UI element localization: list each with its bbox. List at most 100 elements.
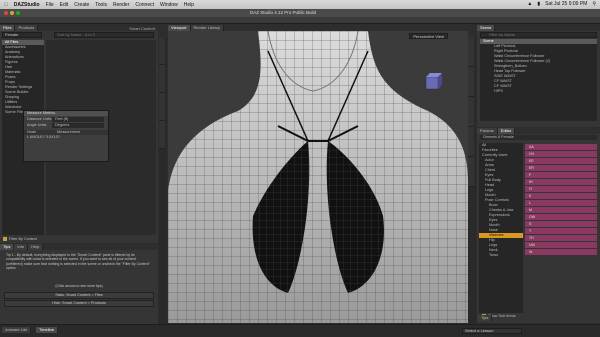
tab-scene[interactable]: Scene	[477, 25, 496, 31]
slider-label: L	[529, 200, 531, 205]
angle-units-select[interactable]: Degrees	[52, 123, 104, 128]
viseme-slider[interactable]: AA	[525, 144, 597, 150]
right-vertical-tabs	[468, 37, 476, 327]
distance-units-label: Distance Units	[27, 117, 52, 121]
tab-editor[interactable]: Editor	[497, 128, 516, 134]
search-icon[interactable]: ⚲	[592, 1, 596, 7]
clock[interactable]: Sat Jul 25 9:09 PM	[545, 1, 587, 7]
slider-label: EE	[529, 158, 534, 163]
slider-label: OW	[529, 214, 536, 219]
viseme-slider[interactable]: IH	[525, 179, 597, 185]
viseme-slider[interactable]: EE	[525, 158, 597, 164]
slider-label: K	[529, 193, 532, 198]
vtab-2[interactable]	[159, 65, 165, 93]
lesson-select[interactable]: Select a Lesson	[462, 328, 522, 334]
tab-tips-right[interactable]: Tips	[478, 315, 493, 321]
viseme-slider[interactable]: ER	[525, 165, 597, 171]
zoom-button[interactable]	[16, 10, 20, 15]
viseme-slider[interactable]: IY	[525, 186, 597, 192]
checkbox-icon	[3, 237, 7, 241]
sort-field[interactable]: Sort by Name - A to Z	[54, 32, 154, 38]
left-vertical-tabs	[159, 37, 167, 337]
viseme-slider[interactable]: L	[525, 200, 597, 206]
bottom-bar: Animate Lite Timeline Tips Select a Less…	[0, 315, 600, 337]
tab-help[interactable]: Help	[28, 244, 44, 250]
measure-row[interactable]: L ANGLE? 3.0X10?	[24, 135, 108, 140]
scene-panel: Scene Filter by Name Scene Left Pectoral R…	[477, 25, 600, 127]
window-title: DAZ Studio 4.12 Pro Public Build	[250, 10, 317, 15]
menu-help[interactable]: Help	[184, 2, 194, 8]
vtab-r2[interactable]	[468, 67, 474, 97]
tips-panel: Tips Info Help Tip 1 - By default, everyth…	[0, 244, 158, 324]
menu-create[interactable]: Create	[74, 2, 89, 8]
viseme-slider[interactable]: S	[525, 221, 597, 227]
menu-edit[interactable]: Edit	[60, 2, 69, 8]
viseme-slider[interactable]: OW	[525, 214, 597, 220]
perspective-view-select[interactable]: Perspective View	[409, 33, 448, 39]
menu-window[interactable]: Window	[160, 2, 178, 8]
angle-units-label: Angle Units	[27, 123, 47, 127]
slider-label: UW	[529, 242, 535, 247]
filter-by-context-checkbox[interactable]: Filter By Context	[0, 237, 60, 242]
tab-tips[interactable]: Tips	[0, 244, 15, 250]
viewport[interactable]: Perspective View	[168, 31, 468, 323]
scene-filter-input[interactable]: Filter by Name	[480, 32, 597, 38]
apple-icon[interactable]: 	[4, 2, 8, 8]
slider-label: S	[529, 221, 532, 226]
measure-dialog-title: Measure Metrics	[24, 111, 108, 116]
smart-content-products-button[interactable]: Hide: Smart Content > Products	[4, 300, 154, 307]
col-measurement: Measurement	[57, 130, 81, 134]
slider-label: TH	[529, 235, 534, 240]
window-titlebar: DAZ Studio 4.12 Pro Public Build	[0, 9, 600, 17]
slider-label: ER	[529, 165, 534, 170]
distance-units-select[interactable]: Feet (ft)	[52, 117, 104, 122]
tab-animate-lite[interactable]: Animate Lite	[2, 327, 32, 333]
vtab-4[interactable]	[159, 121, 165, 149]
scene-item[interactable]: HIPS	[480, 89, 597, 94]
slider-list: AA CH EE ER F IH IY K L M OW S T TH UW W	[525, 143, 597, 313]
minimize-button[interactable]	[10, 10, 14, 15]
measure-dialog: Measure Metrics Distance Units Feet (ft)…	[23, 110, 109, 162]
tip-text: Tip 1 - By default, everything displayed…	[6, 253, 150, 271]
app-menu[interactable]: DAZStudio	[14, 2, 40, 8]
viseme-slider[interactable]: M	[525, 207, 597, 213]
close-button[interactable]	[4, 10, 8, 15]
viseme-slider[interactable]: CH	[525, 151, 597, 157]
viseme-slider[interactable]: W	[525, 249, 597, 255]
vtab-1[interactable]	[159, 37, 165, 65]
vtab-r4[interactable]	[468, 127, 474, 157]
menu-render[interactable]: Render	[113, 2, 129, 8]
status-area: ▲ ▮ Sat Jul 25 9:09 PM ⚲	[527, 1, 596, 7]
tab-info[interactable]: Info	[14, 244, 29, 250]
viseme-slider[interactable]: K	[525, 193, 597, 199]
tab-timeline[interactable]: Timeline	[36, 327, 58, 333]
tab-files[interactable]: Files	[0, 25, 16, 31]
tab-params[interactable]: Params	[477, 128, 498, 134]
scene-tree: Scene Left Pectoral Right Pectoral Waist Ci…	[480, 39, 597, 121]
tip-nav-hint: (Click arrows to see more tips)	[55, 284, 103, 288]
slider-label: T	[529, 228, 532, 233]
smart-content-files-button[interactable]: Stats: Smart Content > Files	[4, 292, 154, 299]
vtab-r3[interactable]	[468, 97, 474, 127]
viseme-slider[interactable]: UW	[525, 242, 597, 248]
viseme-slider[interactable]: F	[525, 172, 597, 178]
vtab-r5[interactable]	[468, 157, 474, 187]
figure-selector[interactable]: Genesis 8 Female	[480, 135, 597, 140]
filter-dropdown[interactable]: Female	[2, 32, 42, 38]
vtab-3[interactable]	[159, 93, 165, 121]
viseme-slider[interactable]: T	[525, 228, 597, 234]
menu-file[interactable]: File	[46, 2, 54, 8]
battery-icon[interactable]: ▮	[537, 1, 540, 7]
slider-label: CH	[529, 151, 535, 156]
view-cube[interactable]	[425, 73, 442, 90]
app-area: Files Products Smart Content Female Sort …	[0, 17, 600, 337]
wifi-icon[interactable]: ▲	[527, 1, 532, 7]
tab-products[interactable]: Products	[15, 25, 39, 31]
param-tree-item[interactable]: Torso	[479, 253, 523, 258]
params-panel: Params Editor Genesis 8 Female All Favorit…	[477, 128, 600, 323]
viseme-slider[interactable]: TH	[525, 235, 597, 241]
menu-connect[interactable]: Connect	[135, 2, 154, 8]
vtab-r1[interactable]	[468, 37, 474, 67]
menu-tools[interactable]: Tools	[95, 2, 107, 8]
slider-label: IH	[529, 179, 533, 184]
